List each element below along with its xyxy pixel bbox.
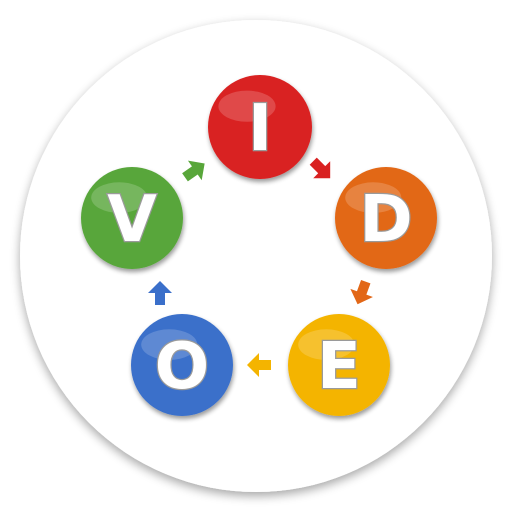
node-d: D	[335, 167, 437, 269]
node-letter: D	[359, 183, 412, 257]
icon-canvas: I DE OV	[20, 20, 492, 492]
node-i: I	[208, 75, 312, 179]
app-icon: I DE OV	[0, 0, 512, 512]
node-letter: E	[317, 330, 361, 404]
node-letter: O	[155, 330, 209, 404]
node-o: O	[131, 314, 233, 416]
node-e: E	[288, 314, 390, 416]
node-letter: V	[107, 183, 157, 257]
node-letter: I	[248, 92, 272, 166]
node-v: V	[81, 167, 183, 269]
